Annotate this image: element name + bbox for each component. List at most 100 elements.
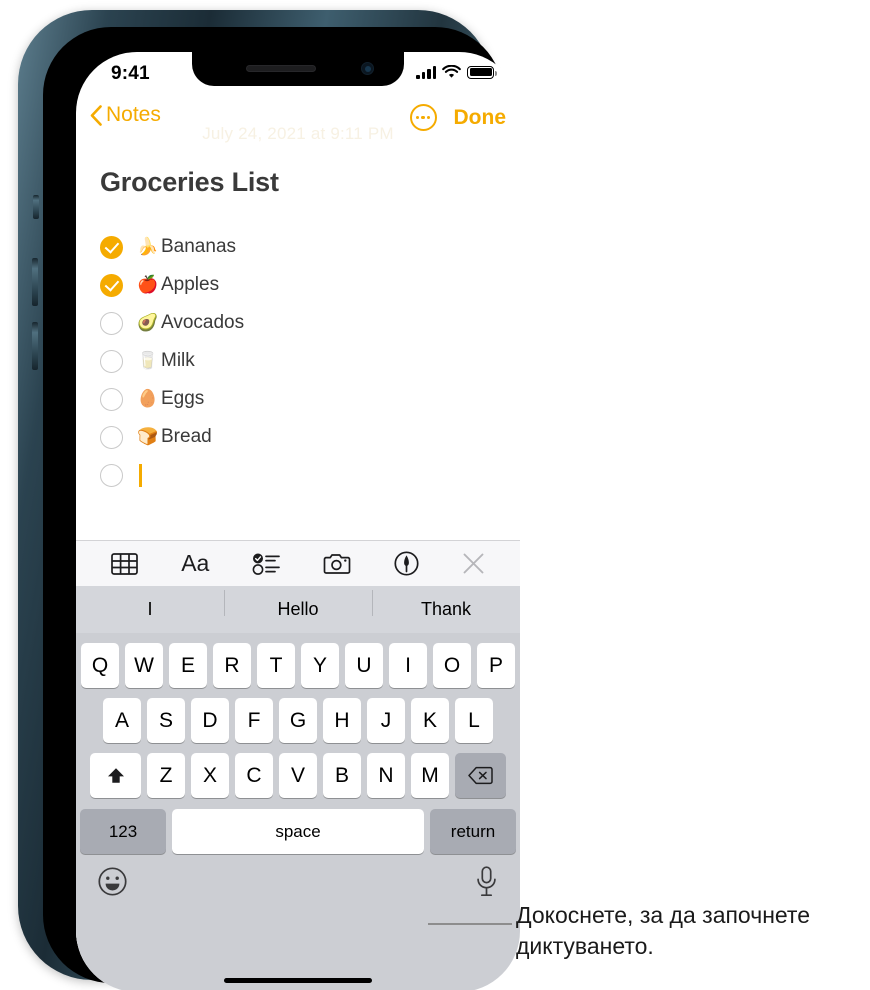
shift-key[interactable] xyxy=(90,753,141,798)
key-y[interactable]: Y xyxy=(301,643,339,688)
silent-switch[interactable] xyxy=(33,195,39,219)
keyboard-row-4: 123 space return xyxy=(76,809,520,854)
volume-up-button[interactable] xyxy=(32,258,38,306)
key-t[interactable]: T xyxy=(257,643,295,688)
phone-frame: 9:41 Notes Done July 24, 2021 at 9:11 PM… xyxy=(18,10,520,990)
key-f[interactable]: F xyxy=(235,698,273,743)
prediction-option[interactable]: Thank xyxy=(372,590,520,620)
checklist-item[interactable] xyxy=(100,456,520,494)
status-time: 9:41 xyxy=(111,63,150,84)
key-v[interactable]: V xyxy=(279,753,317,798)
checklist-item-emoji: 🥛 xyxy=(137,351,159,370)
volume-down-button[interactable] xyxy=(32,322,38,370)
checklist-item[interactable]: 🍌 Bananas xyxy=(100,228,520,266)
keyboard-row-2: ASDFGHJKL xyxy=(76,698,520,743)
return-key[interactable]: return xyxy=(430,809,516,854)
checklist-item-label: Avocados xyxy=(161,312,245,333)
checkbox-unchecked[interactable] xyxy=(100,425,123,449)
earpiece-speaker xyxy=(246,65,316,72)
status-indicators xyxy=(416,65,497,79)
checklist-item-label: Bananas xyxy=(161,236,237,257)
checklist-item-emoji: 🍞 xyxy=(137,427,159,446)
format-aa-icon[interactable]: Aa xyxy=(181,550,209,577)
key-s[interactable]: S xyxy=(147,698,185,743)
format-toolbar: Aa xyxy=(76,540,520,586)
keyboard: I Hello Thank QWERTYUIOP ASDFGHJKL ZXCVBNM xyxy=(76,586,520,990)
key-r[interactable]: R xyxy=(213,643,251,688)
checkbox-unchecked[interactable] xyxy=(100,311,123,335)
key-a[interactable]: A xyxy=(103,698,141,743)
backspace-icon xyxy=(468,766,493,785)
battery-icon xyxy=(467,65,497,79)
checklist-item[interactable]: 🥛 Milk xyxy=(100,342,520,380)
key-n[interactable]: N xyxy=(367,753,405,798)
front-camera-icon xyxy=(361,62,374,75)
space-key[interactable]: space xyxy=(172,809,424,854)
more-ellipsis-icon[interactable] xyxy=(409,104,437,131)
checkbox-unchecked[interactable] xyxy=(100,387,123,411)
checklist-icon[interactable] xyxy=(252,553,280,575)
key-j[interactable]: J xyxy=(367,698,405,743)
key-k[interactable]: K xyxy=(411,698,449,743)
checklist-item-emoji: 🥑 xyxy=(137,313,159,332)
home-indicator[interactable] xyxy=(224,978,372,983)
keyboard-row-3: ZXCVBNM xyxy=(76,753,520,798)
key-h[interactable]: H xyxy=(323,698,361,743)
key-o[interactable]: O xyxy=(433,643,471,688)
callout-text: Докоснете, за да започнете диктуването. xyxy=(516,902,811,960)
screenshot-stage: 9:41 Notes Done July 24, 2021 at 9:11 PM… xyxy=(0,0,870,990)
notch xyxy=(192,52,404,86)
done-button[interactable]: Done xyxy=(454,106,507,130)
phone-screen: 9:41 Notes Done July 24, 2021 at 9:11 PM… xyxy=(76,52,520,990)
callout-leader-line xyxy=(428,923,512,925)
checklist-item[interactable]: 🥚 Eggs xyxy=(100,380,520,418)
back-label: Notes xyxy=(106,103,161,126)
camera-icon[interactable] xyxy=(323,553,351,575)
checklist-item-label: Apples xyxy=(161,274,220,295)
checklist-item[interactable]: 🥑 Avocados xyxy=(100,304,520,342)
emoji-smiley-icon[interactable] xyxy=(98,867,127,901)
key-z[interactable]: Z xyxy=(147,753,185,798)
navigation-bar: Notes Done xyxy=(76,98,520,144)
key-q[interactable]: Q xyxy=(81,643,119,688)
nav-right-actions: Done xyxy=(409,104,507,131)
keyboard-row-1: QWERTYUIOP xyxy=(76,643,520,688)
checklist-item-emoji: 🍌 xyxy=(137,237,159,256)
key-g[interactable]: G xyxy=(279,698,317,743)
prediction-option[interactable]: I xyxy=(76,599,224,620)
checklist-item-emoji: 🍎 xyxy=(137,275,159,294)
back-to-notes-button[interactable]: Notes xyxy=(90,103,161,127)
checkbox-checked[interactable] xyxy=(100,235,123,259)
shift-arrow-icon xyxy=(107,767,124,783)
markup-pen-icon[interactable] xyxy=(394,551,419,576)
key-c[interactable]: C xyxy=(235,753,273,798)
key-d[interactable]: D xyxy=(191,698,229,743)
prediction-option[interactable]: Hello xyxy=(224,590,372,620)
predictive-text-bar: I Hello Thank xyxy=(76,586,520,633)
checklist-item[interactable]: 🍞 Bread xyxy=(100,418,520,456)
checkbox-checked[interactable] xyxy=(100,273,123,297)
close-icon[interactable] xyxy=(462,552,485,575)
checkbox-unchecked[interactable] xyxy=(100,349,123,373)
note-title: Groceries List xyxy=(100,167,279,197)
text-cursor xyxy=(139,463,142,487)
keyboard-bottom-row xyxy=(76,854,520,902)
checklist-item[interactable]: 🍎 Apples xyxy=(100,266,520,304)
microphone-icon[interactable] xyxy=(475,866,498,902)
key-w[interactable]: W xyxy=(125,643,163,688)
key-u[interactable]: U xyxy=(345,643,383,688)
key-i[interactable]: I xyxy=(389,643,427,688)
key-m[interactable]: M xyxy=(411,753,449,798)
backspace-key[interactable] xyxy=(455,753,506,798)
key-l[interactable]: L xyxy=(455,698,493,743)
key-x[interactable]: X xyxy=(191,753,229,798)
chevron-left-icon xyxy=(90,104,102,126)
table-icon[interactable] xyxy=(111,552,139,575)
checkbox-unchecked[interactable] xyxy=(100,463,123,487)
checklist-item-label: Bread xyxy=(161,426,212,447)
wifi-icon xyxy=(442,65,461,78)
key-e[interactable]: E xyxy=(169,643,207,688)
key-b[interactable]: B xyxy=(323,753,361,798)
key-p[interactable]: P xyxy=(477,643,515,688)
numbers-key[interactable]: 123 xyxy=(80,809,166,854)
